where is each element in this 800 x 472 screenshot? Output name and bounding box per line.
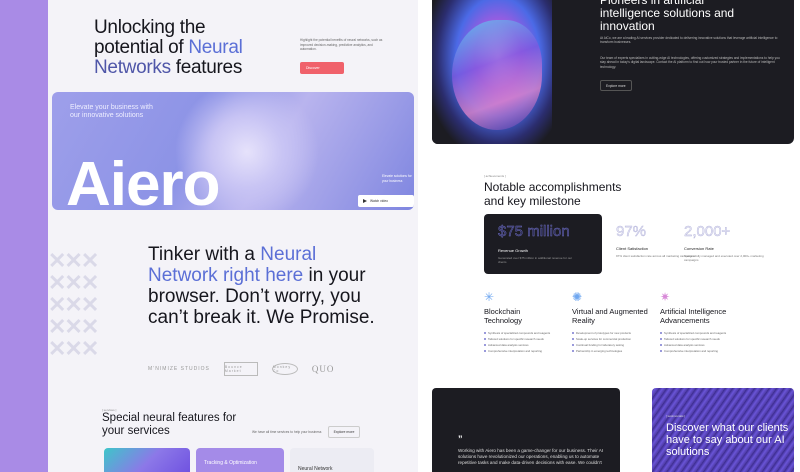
stat-number: 97% [616, 223, 647, 240]
dark-heading: Pioneers in artificial intelligence solu… [600, 0, 735, 33]
banner-brand: Aiero [66, 150, 220, 211]
dark-hero: Pioneers in artificial intelligence solu… [432, 0, 794, 144]
feature-card-tracking[interactable]: Tracking & Optimization [196, 448, 284, 472]
discover-card: [ testimonials ] Discover what our clien… [652, 388, 794, 472]
watch-video-label: Watch video [370, 199, 389, 203]
dark-paragraph-1: At AiCo, we are a leading AI services pr… [600, 36, 778, 45]
accomplish-tag: [ achievements ] [484, 174, 506, 178]
stat-conversion: 2,000+ Conversion Rate Successfully mana… [684, 223, 764, 262]
stat-number: $75 million [498, 223, 570, 240]
tech-blockchain: ✳ Blockchain Technology Synthesis of spe… [484, 290, 570, 354]
explore-more-button[interactable]: Explore more [328, 426, 360, 438]
tech-vr: ✺ Virtual and Augmented Reality Developm… [572, 290, 658, 354]
tech-title: Blockchain Technology [484, 307, 522, 325]
tech-list: Development of prototypes for new produc… [572, 330, 658, 354]
banner-tagline: Elevate your business with our innovativ… [70, 104, 153, 119]
hero-description: Highlight the potential benefits of neur… [300, 38, 383, 51]
hero-heading: Unlocking the potential of Neural Networ… [94, 18, 243, 78]
panel-divider [418, 0, 426, 472]
blockchain-icon: ✳ [484, 290, 495, 304]
list-item: Comprehensive interpretation and reporti… [660, 348, 746, 354]
vr-icon: ✺ [572, 290, 583, 304]
feature-card-neural[interactable]: Neural Network [290, 448, 374, 472]
tech-list: Synthesis of specialized compounds and r… [660, 330, 746, 354]
testimonial-card: ” Working with Aiero has been a game-cha… [432, 388, 620, 472]
play-icon [363, 199, 367, 203]
logo-quo: QUO [311, 364, 335, 374]
hero-line-3a: Networks [94, 57, 171, 78]
partner-logos: M’NIMIZE STUDIOS Bounce Market Monkey Co… [148, 362, 334, 376]
stat-satisfaction: 97% Client Satisfaction 97% client satis… [616, 223, 695, 258]
tech-title: Artificial Intelligence Advancements [660, 307, 727, 325]
stat-number: 2,000+ [684, 223, 731, 240]
discover-tag: [ testimonials ] [666, 414, 686, 418]
list-item: Comprehensive interpretation and reporti… [484, 348, 570, 354]
features-title: Special neural features for your service… [102, 412, 237, 437]
discover-title: Discover what our clients have to say ab… [666, 422, 789, 458]
tinker-part-a: Tinker with a [148, 244, 261, 265]
discover-button[interactable]: Discover [300, 62, 344, 74]
quote-icon: ” [458, 434, 463, 444]
feature-card-image[interactable] [104, 448, 190, 472]
dark-paragraph-2: Our team of experts specializes in cutti… [600, 56, 780, 69]
logo-minimize: M’NIMIZE STUDIOS [148, 366, 210, 372]
stat-desc: Successfully managed and executed over 2… [684, 254, 764, 262]
stat-card-revenue: $75 million Revenue Growth Generated ove… [484, 214, 602, 274]
hero-line-3b: features [170, 57, 243, 78]
testimonial-text: Working with Aiero has been a game-chang… [458, 448, 604, 465]
stat-label: Revenue Growth [498, 248, 529, 253]
tech-ai: ✷ Artificial Intelligence Advancements S… [660, 290, 746, 354]
features-desc: We have all time services to help your b… [252, 430, 322, 434]
hero-banner: Elevate your business with our innovativ… [52, 92, 414, 210]
banner-side-text: Elevate solutions for your business [382, 174, 412, 183]
logo-monkey: Monkey Co [271, 363, 298, 375]
dark-explore-button[interactable]: Explore more [600, 80, 632, 91]
x-pattern-decoration: ✕✕✕ ✕✕✕ ✕✕✕ ✕✕✕ ✕✕✕ [48, 248, 99, 361]
list-item: Partnership in emerging technologies [572, 348, 658, 354]
hero-line-2b: Neural [188, 37, 243, 58]
logo-bounce: Bounce Market [223, 362, 258, 376]
tinker-heading: Tinker with a Neural Network right here … [148, 244, 388, 328]
hero-line-2a: potential of [94, 37, 189, 58]
right-panel: Pioneers in artificial intelligence solu… [426, 0, 800, 472]
ai-icon: ✷ [660, 290, 671, 304]
stat-desc: Generated over $75 million in additional… [498, 256, 573, 264]
stat-label: Conversion Rate [684, 246, 714, 251]
tech-title: Virtual and Augmented Reality [572, 307, 648, 325]
tech-list: Synthesis of specialized compounds and r… [484, 330, 570, 354]
hero-line-1: Unlocking the [94, 17, 206, 38]
ai-face-overlay [452, 20, 542, 130]
stat-label: Client Satisfaction [616, 246, 649, 251]
watch-video-button[interactable]: Watch video [358, 195, 414, 207]
accomplish-title: Notable accomplishments and key mileston… [484, 180, 622, 208]
left-panel: Unlocking the potential of Neural Networ… [48, 0, 418, 472]
